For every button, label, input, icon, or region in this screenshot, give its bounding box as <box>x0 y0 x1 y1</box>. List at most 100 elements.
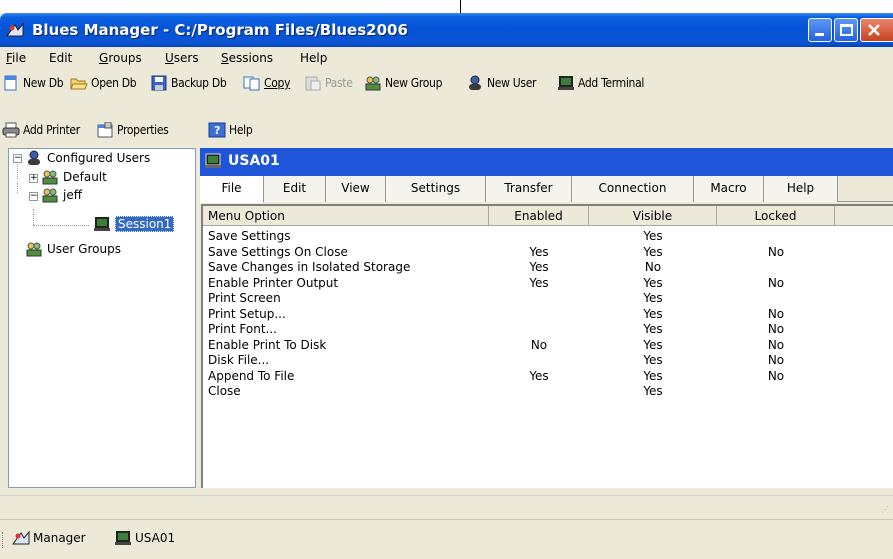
column-header-locked[interactable]: Locked <box>717 206 835 226</box>
tree-node-configured-users[interactable]: Configured Users <box>25 149 150 167</box>
menu-help[interactable]: Help <box>300 51 327 65</box>
window-strip: Manager USA01 <box>0 519 893 559</box>
table-row[interactable]: Enable Print To Disk No Yes No <box>203 338 883 353</box>
tab-connection[interactable]: Connection <box>572 176 694 202</box>
panel-header: USA01 <box>200 148 893 176</box>
tab-edit[interactable]: Edit <box>264 176 326 202</box>
menu-users[interactable]: Users <box>165 51 199 65</box>
cell-visible: Yes <box>643 306 663 321</box>
tree-node-default[interactable]: Default <box>41 168 107 186</box>
cell-menu-option: Close <box>208 384 241 398</box>
table-row[interactable]: Close Yes <box>203 384 883 399</box>
window-title: Blues Manager - C:/Program Files/Blues20… <box>32 21 408 39</box>
terminal-icon <box>93 216 111 232</box>
printer-icon <box>2 122 20 138</box>
group-icon <box>41 169 59 185</box>
paste-button[interactable]: Paste <box>304 73 353 93</box>
cell-menu-option: Enable Printer Output <box>208 275 339 290</box>
open-db-button[interactable]: Open Db <box>70 73 137 93</box>
cell-locked: No <box>767 353 785 367</box>
svg-text:?: ? <box>214 124 220 137</box>
tab-transfer[interactable]: Transfer <box>486 176 572 202</box>
close-icon <box>868 24 880 36</box>
cell-visible: Yes <box>643 384 663 398</box>
tab-help[interactable]: Help <box>764 176 838 202</box>
group-icon <box>41 187 59 203</box>
table-row[interactable]: Save Settings On Close Yes Yes No <box>203 245 883 260</box>
new-group-button[interactable]: New Group <box>364 73 442 93</box>
table-row[interactable]: Disk File... Yes No <box>203 353 883 368</box>
cell-menu-option: Append To File <box>208 368 295 383</box>
cell-enabled: Yes <box>529 368 549 383</box>
task-manager[interactable]: Manager <box>12 530 86 546</box>
new-db-button[interactable]: New Db <box>2 73 64 93</box>
cursor-tick <box>460 0 461 13</box>
column-header-visible[interactable]: Visible <box>589 206 717 226</box>
cell-menu-option: Save Changes in Isolated Storage <box>208 260 411 274</box>
tree-collapse-toggle[interactable]: − <box>13 154 22 163</box>
cell-menu-option: Print Setup... <box>208 306 286 321</box>
minimize-button[interactable] <box>808 18 832 42</box>
tab-view[interactable]: View <box>326 176 386 202</box>
cell-visible: Yes <box>643 229 663 243</box>
cell-visible: No <box>644 260 662 274</box>
tree-expand-toggle[interactable]: + <box>29 174 38 183</box>
app-icon <box>12 530 30 546</box>
cell-locked: No <box>767 306 785 321</box>
title-bar[interactable]: Blues Manager - C:/Program Files/Blues20… <box>0 13 893 47</box>
cell-menu-option: Enable Print To Disk <box>208 337 327 352</box>
tree-node-jeff[interactable]: jeff <box>41 186 82 204</box>
cell-enabled: Yes <box>529 244 549 259</box>
cell-enabled: Yes <box>529 260 549 274</box>
new-db-icon <box>2 75 20 91</box>
tree-node-user-groups[interactable]: User Groups <box>25 240 121 258</box>
tab-file[interactable]: File <box>200 176 264 203</box>
table-row[interactable]: Print Screen Yes <box>203 291 883 306</box>
menu-bar: File Edit Groups Users Sessions Help <box>0 47 893 70</box>
add-printer-button[interactable]: Add Printer <box>2 120 80 140</box>
cell-visible: Yes <box>643 275 663 290</box>
floppy-icon <box>150 75 168 91</box>
copy-button[interactable]: Copy <box>243 73 290 93</box>
table-row[interactable]: Enable Printer Output Yes Yes No <box>203 276 883 291</box>
table-row[interactable]: Append To File Yes Yes No <box>203 369 883 384</box>
maximize-button[interactable] <box>834 18 858 42</box>
tree-line <box>33 225 89 226</box>
menu-file[interactable]: File <box>6 51 26 65</box>
resize-grip-icon[interactable]: ⋰ <box>881 505 889 514</box>
menu-groups[interactable]: Groups <box>99 51 142 65</box>
open-folder-icon <box>70 75 88 91</box>
task-usa01[interactable]: USA01 <box>114 530 175 546</box>
menu-sessions[interactable]: Sessions <box>221 51 273 65</box>
tree-node-session1[interactable]: Session1 <box>93 215 175 233</box>
table-row[interactable]: Print Setup... Yes No <box>203 307 883 322</box>
tab-settings[interactable]: Settings <box>386 176 486 202</box>
tree-collapse-toggle[interactable]: − <box>29 192 38 201</box>
new-user-button[interactable]: New User <box>466 73 536 93</box>
terminal-icon <box>114 530 132 546</box>
add-terminal-button[interactable]: Add Terminal <box>557 73 644 93</box>
column-header-enabled[interactable]: Enabled <box>489 206 589 226</box>
table-row[interactable]: Print Font... Yes No <box>203 322 883 337</box>
cell-menu-option: Print Font... <box>208 322 277 336</box>
cell-visible: Yes <box>643 291 663 305</box>
help-button[interactable]: ? Help <box>208 120 253 140</box>
table-row[interactable]: Save Changes in Isolated Storage Yes No <box>203 260 883 275</box>
help-icon: ? <box>208 122 226 138</box>
menu-edit[interactable]: Edit <box>49 51 72 65</box>
tab-macro[interactable]: Macro <box>694 176 764 202</box>
tree-line <box>17 183 18 193</box>
terminal-icon <box>204 153 222 169</box>
user-tree[interactable]: − Configured Users + Default − jeff Sess… <box>8 148 196 488</box>
properties-button[interactable]: Properties <box>96 120 169 140</box>
menu-options-grid[interactable]: Menu Option Enabled Visible Locked Save … <box>201 204 893 488</box>
cell-enabled: Yes <box>529 275 549 290</box>
column-header-menu-option[interactable]: Menu Option <box>203 206 489 226</box>
cell-visible: Yes <box>643 368 663 383</box>
backup-db-button[interactable]: Backup Db <box>150 73 227 93</box>
paste-icon <box>304 75 322 91</box>
toolbar-grip[interactable] <box>2 532 5 548</box>
close-button[interactable] <box>860 18 893 42</box>
table-row[interactable]: Save Settings Yes <box>203 229 883 244</box>
group-icon <box>25 241 43 257</box>
